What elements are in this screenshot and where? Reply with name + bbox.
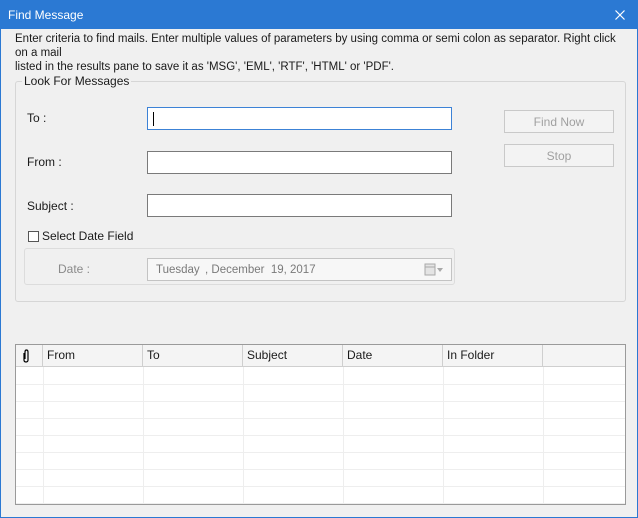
- find-message-dialog: Find Message Enter criteria to find mail…: [0, 0, 638, 518]
- attachment-column-header[interactable]: [16, 345, 43, 367]
- to-label: To :: [27, 111, 47, 125]
- grid-row-line: [16, 486, 625, 487]
- grid-column-line: [543, 367, 544, 504]
- instructions-text: Enter criteria to find mails. Enter mult…: [15, 32, 625, 74]
- subject-input[interactable]: [148, 195, 451, 216]
- calendar-dropdown-icon: [424, 263, 443, 276]
- to-field[interactable]: [147, 107, 452, 130]
- grid-column-line: [243, 367, 244, 504]
- from-input[interactable]: [148, 152, 451, 173]
- to-input[interactable]: [148, 108, 451, 129]
- grid-row-line: [16, 435, 625, 436]
- group-legend: Look For Messages: [22, 74, 132, 88]
- paperclip-icon: [23, 349, 29, 363]
- date-weekday: Tuesday: [156, 264, 200, 276]
- grid-column-line: [343, 367, 344, 504]
- date-picker[interactable]: Tuesday , December 19, 2017: [147, 258, 452, 281]
- grid-row-line: [16, 452, 625, 453]
- date-value: , December 19, 2017: [205, 264, 316, 276]
- column-header-date[interactable]: Date: [343, 345, 443, 367]
- column-header-from[interactable]: From: [43, 345, 143, 367]
- grid-row-line: [16, 503, 625, 504]
- grid-row-line: [16, 401, 625, 402]
- from-field[interactable]: [147, 151, 452, 174]
- subject-field[interactable]: [147, 194, 452, 217]
- results-grid-header: From To Subject Date In Folder: [16, 345, 625, 367]
- date-label: Date :: [58, 262, 91, 276]
- title-bar: Find Message: [1, 1, 637, 29]
- grid-column-line: [443, 367, 444, 504]
- grid-row-line: [16, 469, 625, 470]
- results-grid[interactable]: From To Subject Date In Folder: [15, 344, 626, 505]
- dialog-title: Find Message: [8, 8, 84, 22]
- instructions-line-2: listed in the results pane to save it as…: [15, 61, 395, 73]
- close-button[interactable]: [603, 1, 637, 29]
- find-now-button[interactable]: Find Now: [504, 110, 614, 133]
- subject-label: Subject :: [27, 199, 74, 213]
- column-header-in-folder[interactable]: In Folder: [443, 345, 543, 367]
- select-date-label: Select Date Field: [42, 229, 134, 243]
- calendar-dropdown-button[interactable]: [424, 263, 446, 277]
- grid-row-line: [16, 384, 625, 385]
- column-header-subject[interactable]: Subject: [243, 345, 343, 367]
- text-caret: [153, 112, 154, 126]
- grid-column-line: [143, 367, 144, 504]
- from-label: From :: [27, 155, 62, 169]
- grid-row-line: [16, 418, 625, 419]
- close-icon: [615, 10, 625, 20]
- instructions-line-1: Enter criteria to find mails. Enter mult…: [15, 33, 616, 59]
- grid-column-line: [43, 367, 44, 504]
- select-date-checkbox[interactable]: [28, 230, 39, 242]
- select-date-field-row[interactable]: Select Date Field: [28, 229, 133, 243]
- column-header-to[interactable]: To: [143, 345, 243, 367]
- stop-button[interactable]: Stop: [504, 144, 614, 167]
